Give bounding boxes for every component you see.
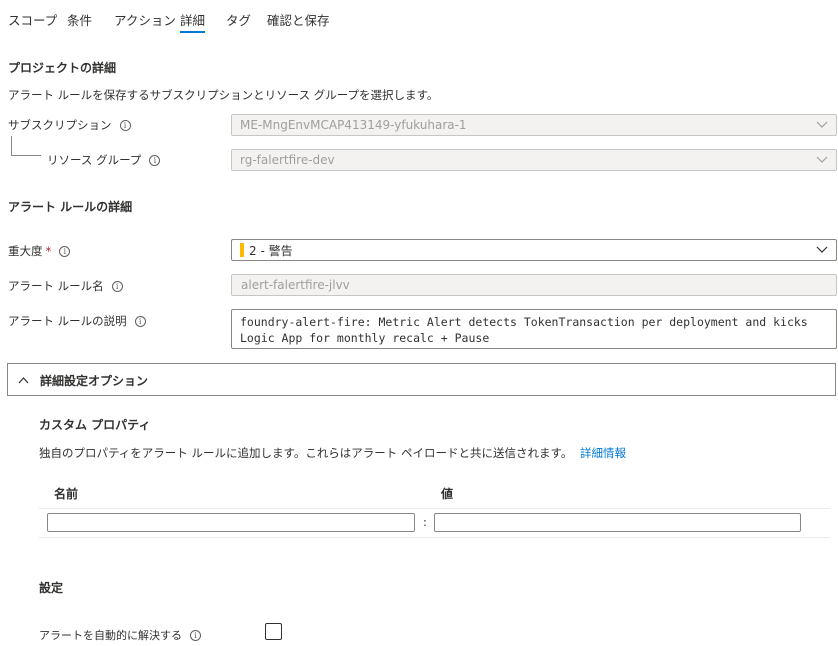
auto-resolve-label: アラートを自動的に解決する i (39, 627, 201, 643)
row-divider (39, 537, 830, 538)
tab-details[interactable]: 詳細 (180, 10, 205, 29)
property-name-input[interactable] (47, 513, 415, 532)
tab-condition[interactable]: 条件 (67, 10, 92, 29)
tree-connector (11, 136, 41, 156)
property-value-input[interactable] (434, 513, 801, 532)
info-icon[interactable]: i (190, 629, 201, 641)
advanced-options-title[interactable]: 詳細設定オプション (40, 372, 148, 389)
resource-group-select[interactable]: rg-falertfire-dev (231, 149, 837, 171)
custom-properties-description: 独自のプロパティをアラート ルールに追加します。これらはアラート ペイロードと共… (39, 445, 626, 461)
auto-resolve-checkbox[interactable] (265, 623, 282, 640)
resource-group-label-text: リソース グループ (47, 153, 142, 167)
alert-rule-name-label-text: アラート ルール名 (8, 279, 104, 293)
info-icon[interactable]: i (149, 154, 161, 166)
tab-tags[interactable]: タグ (226, 10, 251, 29)
severity-select[interactable]: 2 - 警告 (231, 239, 837, 261)
chevron-down-icon (816, 156, 828, 163)
severity-label-text: 重大度 (8, 244, 43, 258)
info-icon[interactable]: i (119, 119, 131, 131)
alert-rule-name-value: alert-falertfire-jlvv (241, 278, 350, 292)
alert-rule-description-textarea[interactable]: foundry-alert-fire: Metric Alert detects… (231, 309, 837, 349)
severity-label: 重大度 * i (8, 243, 71, 259)
custom-properties-heading: カスタム プロパティ (39, 418, 151, 432)
chevron-up-icon[interactable] (18, 376, 29, 384)
tab-review-create[interactable]: 確認と保存 (267, 10, 330, 29)
subscription-select[interactable]: ME-MngEnvMCAP413149-yfukuhara-1 (231, 114, 837, 136)
settings-heading: 設定 (39, 581, 64, 595)
subscription-label: サブスクリプション i (8, 117, 131, 133)
severity-color-indicator (240, 243, 244, 257)
auto-resolve-label-text: アラートを自動的に解決する (39, 629, 182, 642)
active-tab-indicator (180, 31, 205, 33)
row-divider (39, 508, 830, 509)
info-icon[interactable]: i (134, 315, 146, 327)
info-icon[interactable]: i (111, 280, 123, 292)
project-details-heading: プロジェクトの詳細 (8, 61, 117, 75)
alert-rule-details-heading: アラート ルールの詳細 (8, 200, 133, 214)
custom-properties-description-text: 独自のプロパティをアラート ルールに追加します。これらはアラート ペイロードと共… (39, 446, 573, 460)
info-icon[interactable]: i (59, 245, 71, 257)
required-asterisk: * (45, 244, 52, 258)
chevron-down-icon (816, 121, 828, 128)
chevron-down-icon (816, 246, 828, 253)
learn-more-link[interactable]: 詳細情報 (580, 446, 626, 460)
tab-scope[interactable]: スコープ (8, 10, 57, 29)
tab-actions[interactable]: アクション (114, 10, 176, 29)
project-details-description: アラート ルールを保存するサブスクリプションとリソース グループを選択します。 (8, 88, 439, 102)
alert-rule-description-label-text: アラート ルールの説明 (8, 314, 127, 328)
name-column-header: 名前 (54, 487, 79, 501)
advanced-options-accordion[interactable]: 詳細設定オプション (7, 363, 836, 396)
alert-rule-name-input[interactable]: alert-falertfire-jlvv (231, 274, 837, 296)
value-column-header: 値 (441, 487, 454, 501)
resource-group-label: リソース グループ i (47, 152, 161, 168)
alert-rule-name-label: アラート ルール名 i (8, 278, 123, 294)
key-value-separator: : (423, 515, 427, 529)
resource-group-value: rg-falertfire-dev (240, 153, 335, 167)
alert-rule-description-label: アラート ルールの説明 i (8, 313, 146, 329)
subscription-label-text: サブスクリプション (8, 118, 112, 132)
subscription-value: ME-MngEnvMCAP413149-yfukuhara-1 (240, 118, 467, 132)
tab-bar: スコープ 条件 アクション 詳細 タグ 確認と保存 (0, 0, 838, 34)
severity-value: 2 - 警告 (249, 243, 293, 258)
